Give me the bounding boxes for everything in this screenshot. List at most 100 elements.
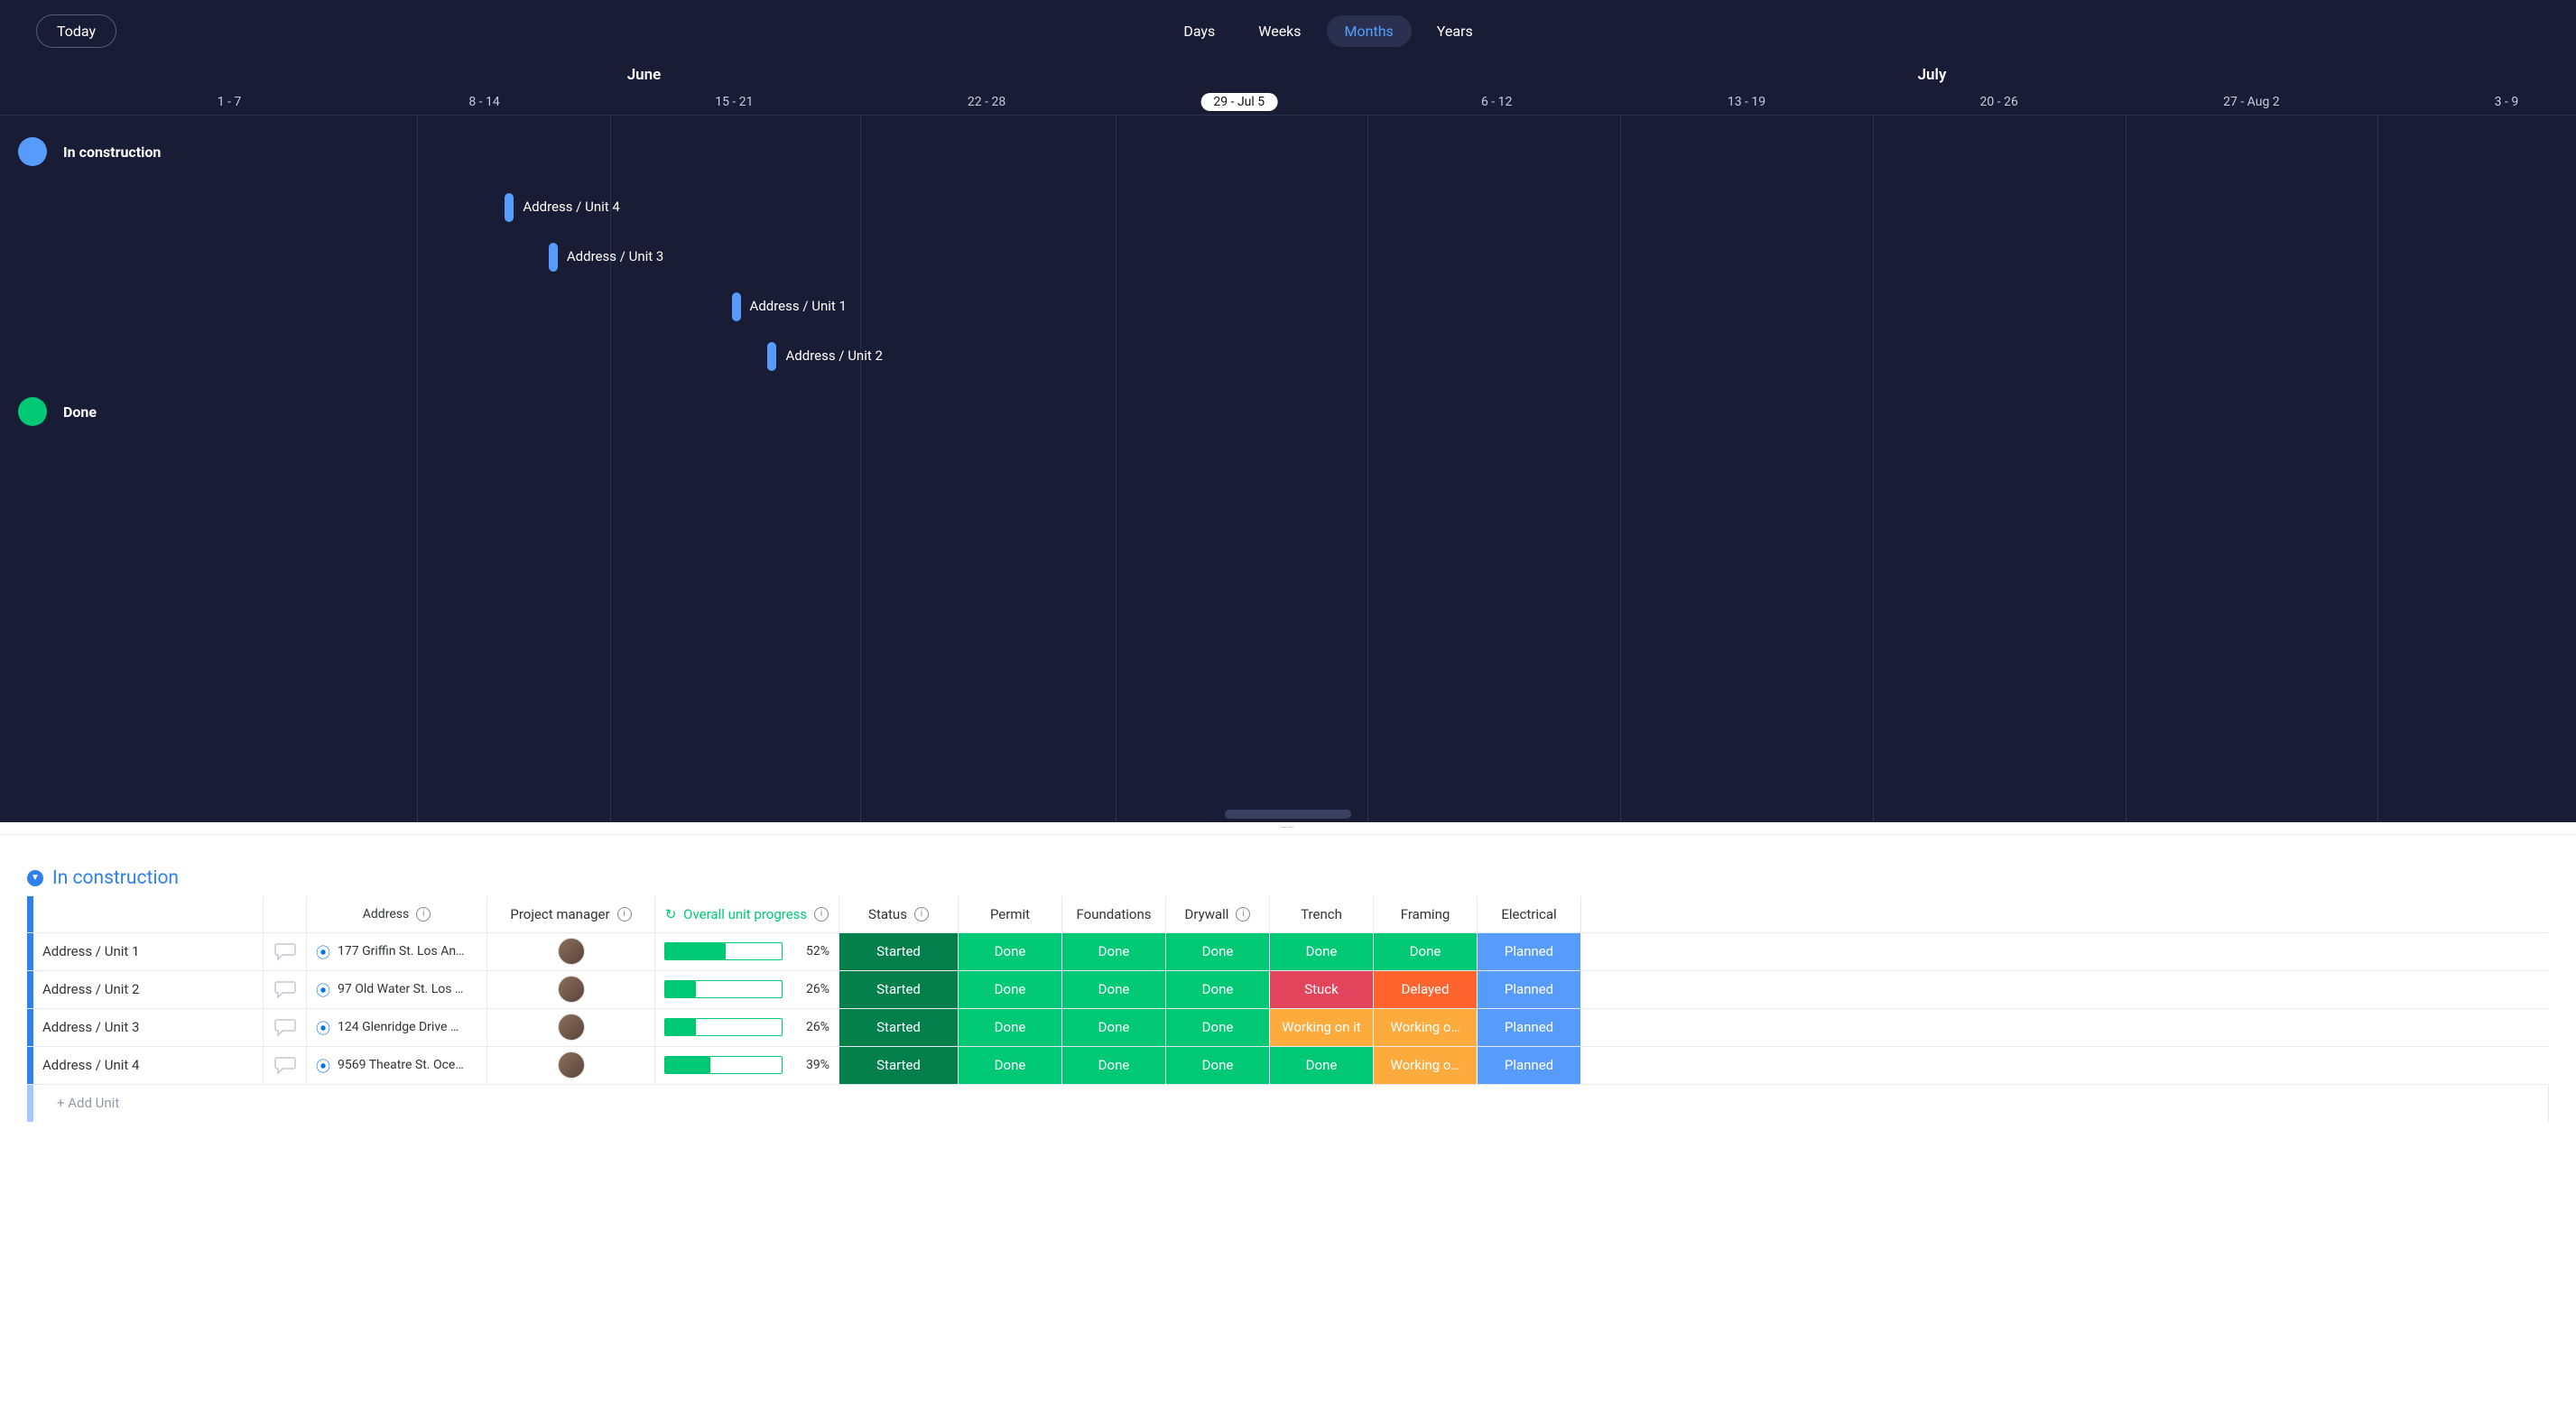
group-header-in-construction[interactable]: ▼ In construction xyxy=(27,867,2549,889)
chat-cell[interactable] xyxy=(264,933,307,970)
week-label[interactable]: 13 - 19 xyxy=(1728,95,1765,109)
status-cell[interactable]: Started xyxy=(839,971,959,1008)
add-row[interactable]: + Add Unit xyxy=(27,1084,2549,1122)
timeline-bar[interactable] xyxy=(505,193,514,222)
col-permit[interactable]: Permit xyxy=(959,896,1062,932)
col-pm[interactable]: Project manageri xyxy=(487,896,655,932)
step-cell-framing[interactable]: Working o… xyxy=(1374,1047,1478,1084)
week-label[interactable]: 29 - Jul 5 xyxy=(1200,93,1277,111)
chat-icon[interactable] xyxy=(274,941,296,961)
week-label[interactable]: 15 - 21 xyxy=(715,95,753,109)
status-cell[interactable]: Started xyxy=(839,1047,959,1084)
chat-icon[interactable] xyxy=(274,1017,296,1037)
info-icon[interactable]: i xyxy=(617,907,632,922)
address-cell[interactable]: ⦿177 Griffin St. Los An… xyxy=(307,933,487,970)
col-progress[interactable]: ↻ Overall unit progressi xyxy=(655,896,839,932)
timeline-group-header[interactable]: Done xyxy=(0,397,2576,426)
col-name[interactable] xyxy=(33,896,264,932)
step-cell-electrical[interactable]: Planned xyxy=(1478,971,1581,1008)
info-icon[interactable]: i xyxy=(814,907,829,922)
step-cell-permit[interactable]: Done xyxy=(959,933,1062,970)
week-label[interactable]: 6 - 12 xyxy=(1481,95,1512,109)
col-trench[interactable]: Trench xyxy=(1270,896,1374,932)
info-icon[interactable]: i xyxy=(416,907,431,922)
status-cell[interactable]: Started xyxy=(839,933,959,970)
avatar[interactable] xyxy=(558,1014,585,1041)
step-cell-drywall[interactable]: Done xyxy=(1166,971,1270,1008)
col-foundations[interactable]: Foundations xyxy=(1062,896,1166,932)
step-cell-electrical[interactable]: Planned xyxy=(1478,1009,1581,1046)
step-cell-electrical[interactable]: Planned xyxy=(1478,1047,1581,1084)
step-cell-framing[interactable]: Done xyxy=(1374,933,1478,970)
chat-cell[interactable] xyxy=(264,971,307,1008)
step-cell-drywall[interactable]: Done xyxy=(1166,1009,1270,1046)
col-status[interactable]: Statusi xyxy=(839,896,959,932)
timeline-bar[interactable] xyxy=(732,292,741,321)
scale-months[interactable]: Months xyxy=(1327,15,1412,47)
item-name[interactable]: Address / Unit 4 xyxy=(33,1047,264,1084)
table-row[interactable]: Address / Unit 3 ⦿124 Glenridge Drive … 26… xyxy=(27,1008,2549,1046)
info-icon[interactable]: i xyxy=(914,907,929,922)
avatar[interactable] xyxy=(558,938,585,965)
avatar[interactable] xyxy=(558,1051,585,1079)
address-cell[interactable]: ⦿97 Old Water St. Los … xyxy=(307,971,487,1008)
address-cell[interactable]: ⦿124 Glenridge Drive … xyxy=(307,1009,487,1046)
step-cell-electrical[interactable]: Planned xyxy=(1478,933,1581,970)
col-address[interactable]: Addressi xyxy=(307,896,487,932)
pm-cell[interactable] xyxy=(487,971,655,1008)
timeline-body[interactable]: In constructionAddress / Unit 4Address /… xyxy=(0,115,2576,822)
step-cell-found[interactable]: Done xyxy=(1062,1047,1166,1084)
timeline-scrollbar[interactable] xyxy=(1225,810,1351,819)
step-cell-found[interactable]: Done xyxy=(1062,1009,1166,1046)
step-cell-permit[interactable]: Done xyxy=(959,971,1062,1008)
item-name[interactable]: Address / Unit 2 xyxy=(33,971,264,1008)
chat-icon[interactable] xyxy=(274,1055,296,1075)
week-label[interactable]: 20 - 26 xyxy=(1980,95,2018,109)
week-label[interactable]: 1 - 7 xyxy=(218,95,242,109)
pm-cell[interactable] xyxy=(487,1009,655,1046)
table-row[interactable]: Address / Unit 4 ⦿9569 Theatre St. Oce… 39… xyxy=(27,1046,2549,1084)
today-button[interactable]: Today xyxy=(36,14,116,48)
step-cell-permit[interactable]: Done xyxy=(959,1009,1062,1046)
chat-cell[interactable] xyxy=(264,1047,307,1084)
info-icon[interactable]: i xyxy=(1236,907,1250,922)
item-name[interactable]: Address / Unit 3 xyxy=(33,1009,264,1046)
step-cell-trench[interactable]: Done xyxy=(1270,933,1374,970)
step-cell-trench[interactable]: Stuck xyxy=(1270,971,1374,1008)
scale-years[interactable]: Years xyxy=(1419,15,1491,47)
timeline-group-header[interactable]: In construction xyxy=(0,137,2576,166)
pm-cell[interactable] xyxy=(487,1047,655,1084)
scale-days[interactable]: Days xyxy=(1165,15,1233,47)
progress-cell[interactable]: 52% xyxy=(655,933,839,970)
step-cell-framing[interactable]: Delayed xyxy=(1374,971,1478,1008)
step-cell-trench[interactable]: Done xyxy=(1270,1047,1374,1084)
scale-weeks[interactable]: Weeks xyxy=(1240,15,1319,47)
week-label[interactable]: 22 - 28 xyxy=(968,95,1005,109)
table-row[interactable]: Address / Unit 1⦿177 Griffin St. Los An…… xyxy=(27,932,2549,970)
step-cell-found[interactable]: Done xyxy=(1062,933,1166,970)
timeline-bar[interactable] xyxy=(767,342,776,371)
chat-cell[interactable] xyxy=(264,1009,307,1046)
pm-cell[interactable] xyxy=(487,933,655,970)
table-row[interactable]: Address / Unit 2 ⦿97 Old Water St. Los … 2… xyxy=(27,970,2549,1008)
progress-cell[interactable]: 39% xyxy=(655,1047,839,1084)
progress-cell[interactable]: 26% xyxy=(655,1009,839,1046)
step-cell-drywall[interactable]: Done xyxy=(1166,1047,1270,1084)
avatar[interactable] xyxy=(558,976,585,1003)
progress-cell[interactable]: 26% xyxy=(655,971,839,1008)
chat-icon[interactable] xyxy=(274,979,296,999)
step-cell-trench[interactable]: Working on it xyxy=(1270,1009,1374,1046)
col-electrical[interactable]: Electrical xyxy=(1478,896,1581,932)
step-cell-drywall[interactable]: Done xyxy=(1166,933,1270,970)
timeline-bar[interactable] xyxy=(549,243,558,272)
col-drywall[interactable]: Drywalli xyxy=(1166,896,1270,932)
step-cell-permit[interactable]: Done xyxy=(959,1047,1062,1084)
col-framing[interactable]: Framing xyxy=(1374,896,1478,932)
week-label[interactable]: 3 - 9 xyxy=(2495,95,2519,109)
step-cell-found[interactable]: Done xyxy=(1062,971,1166,1008)
step-cell-framing[interactable]: Working o… xyxy=(1374,1009,1478,1046)
week-label[interactable]: 8 - 14 xyxy=(468,95,499,109)
timeline-weeks[interactable]: 1 - 7 8 - 14 15 - 21 22 - 28 29 - Jul 5 6 - 1… xyxy=(0,89,2576,115)
address-cell[interactable]: ⦿9569 Theatre St. Oce… xyxy=(307,1047,487,1084)
status-cell[interactable]: Started xyxy=(839,1009,959,1046)
